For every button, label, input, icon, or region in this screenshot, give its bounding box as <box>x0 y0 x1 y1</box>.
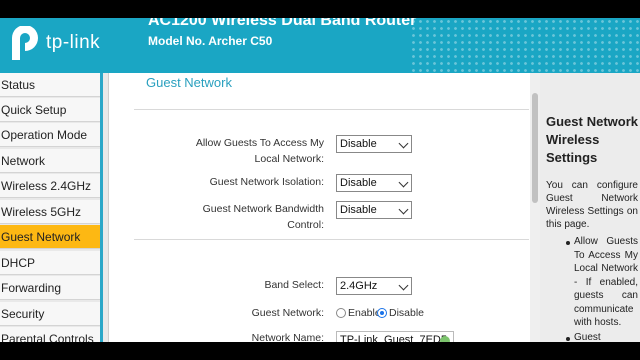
header-pattern <box>410 18 640 73</box>
letterbox-bottom <box>0 342 640 360</box>
sidebar-item-security[interactable]: Security <box>0 302 100 326</box>
bullet-icon <box>566 241 570 245</box>
tp-link-logo: tp-link <box>8 25 118 66</box>
enable-radio-label: Enable <box>348 307 381 319</box>
sidebar-item-network[interactable]: Network <box>0 149 100 173</box>
sidebar-item-guest-network[interactable]: Guest Network <box>0 225 100 249</box>
bullet-icon <box>566 337 570 341</box>
sidebar-item-status[interactable]: Status <box>0 73 100 97</box>
bandwidth-value: Disable <box>340 204 377 216</box>
help-title: Guest Network Wireless Settings <box>546 114 638 165</box>
letterbox-top <box>0 0 640 18</box>
sidebar-item-operation-mode[interactable]: Operation Mode <box>0 123 100 147</box>
help-intro: You can configure Guest Network Wireless… <box>546 180 638 230</box>
allow-guests-select[interactable]: Disable <box>336 135 412 153</box>
brand-name: tp-link <box>46 32 101 53</box>
divider <box>134 239 529 240</box>
bandwidth-select[interactable]: Disable <box>336 201 412 219</box>
help-item-guest-network: Guest Network <box>574 332 601 342</box>
chevron-down-icon <box>398 280 409 291</box>
band-select-value: 2.4GHz <box>340 280 378 292</box>
enable-radio[interactable] <box>336 308 346 318</box>
sidebar-edge <box>100 73 103 342</box>
divider <box>134 109 529 110</box>
scrollbar[interactable] <box>530 73 540 342</box>
main-panel: Guest Network Allow Guests To Access My … <box>109 73 530 349</box>
page-title: Guest Network <box>146 75 232 90</box>
allow-guests-value: Disable <box>340 138 377 150</box>
sidebar-item-wireless-24[interactable]: Wireless 2.4GHz <box>0 174 100 198</box>
band-select-label: Band Select: <box>264 279 324 291</box>
chevron-down-icon <box>398 177 409 188</box>
header-bar: tp-link AC1200 Wireless Dual Band Router… <box>0 18 640 73</box>
help-panel: Guest Network Wireless Settings You can … <box>540 73 640 342</box>
scroll-thumb[interactable] <box>532 93 538 203</box>
disable-radio[interactable] <box>377 308 387 318</box>
isolation-select[interactable]: Disable <box>336 174 412 192</box>
sidebar-nav: Status Quick Setup Operation Mode Networ… <box>0 73 109 351</box>
chevron-down-icon <box>398 204 409 215</box>
isolation-value: Disable <box>340 177 377 189</box>
model-number: Model No. Archer C50 <box>148 34 273 48</box>
help-item-allow-guests: Allow Guests To Access My Local Network … <box>574 236 638 328</box>
bandwidth-label: Guest Network Bandwidth Control: <box>202 203 324 231</box>
guest-network-label: Guest Network: <box>251 307 324 319</box>
isolation-label: Guest Network Isolation: <box>209 176 324 188</box>
sidebar-item-wireless-5[interactable]: Wireless 5GHz <box>0 200 100 224</box>
sidebar-item-forwarding[interactable]: Forwarding <box>0 276 100 300</box>
sidebar-item-quick-setup[interactable]: Quick Setup <box>0 98 100 122</box>
disable-radio-label: Disable <box>389 307 425 319</box>
chevron-down-icon <box>398 138 409 149</box>
allow-guests-label: Allow Guests To Access My Local Network: <box>195 137 324 165</box>
band-select[interactable]: 2.4GHz <box>336 277 412 295</box>
sidebar-item-dhcp[interactable]: DHCP <box>0 251 100 275</box>
router-title: AC1200 Wireless Dual Band Router <box>148 18 417 29</box>
tp-link-logo-icon <box>12 25 38 60</box>
